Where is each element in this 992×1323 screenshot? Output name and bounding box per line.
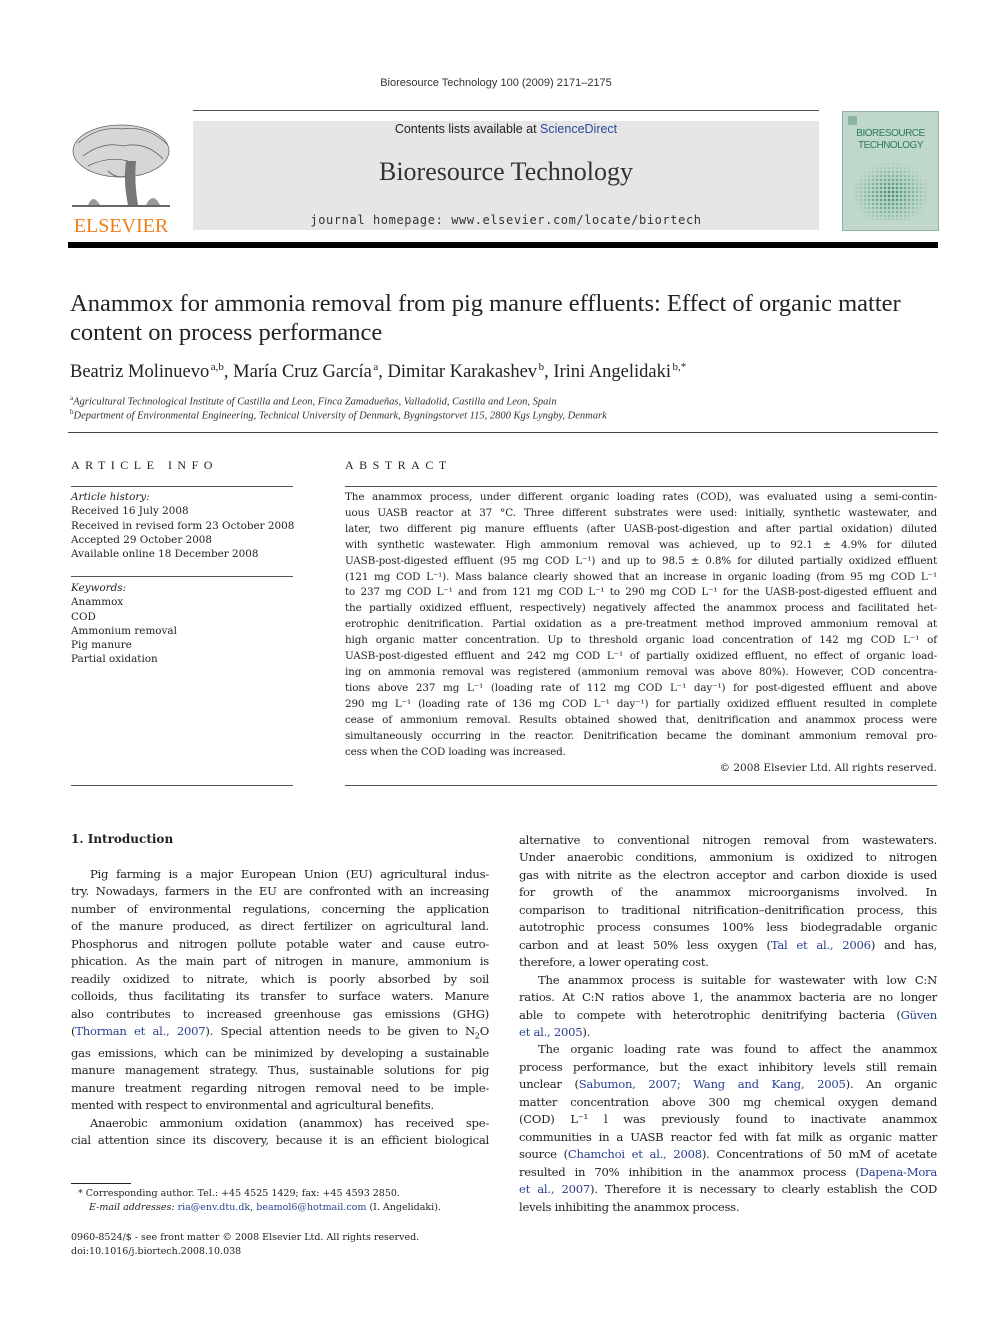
cover-title-line2: TECHNOLOGY	[857, 140, 924, 151]
section-rule	[68, 432, 938, 433]
sciencedirect-link[interactable]: ScienceDirect	[540, 122, 617, 136]
paragraph: The organic loading rate was found to af…	[519, 1042, 938, 1214]
paragraph: Pig farming is a major European Union (E…	[71, 867, 490, 1113]
elsevier-tree-icon	[72, 124, 170, 207]
masthead-divider	[68, 242, 938, 248]
citation-link[interactable]: et al., 2005	[519, 1025, 583, 1039]
author-list: Beatriz Molinuevo a,b, María Cruz García…	[70, 361, 686, 383]
article-info-bottom-rule	[71, 785, 293, 786]
email-link[interactable]: beamol6@hotmail.com	[256, 1202, 366, 1213]
affiliation-a: aAgricultural Technological Institute of…	[70, 394, 557, 408]
journal-homepage[interactable]: journal homepage: www.elsevier.com/locat…	[193, 213, 819, 227]
paragraph: alternative to conventional nitrogen rem…	[519, 833, 937, 970]
abstract-text: The anammox process, under different org…	[345, 491, 937, 758]
author[interactable]: Beatriz Molinuevo a,b,	[70, 361, 233, 382]
keywords-rule	[71, 576, 293, 577]
keyword: COD	[71, 610, 96, 623]
citation-link[interactable]: Sabumon, 2007; Wang and Kang, 2005	[579, 1077, 846, 1091]
article-title: Anammox for ammonia removal from pig man…	[70, 290, 901, 346]
journal-name: Bioresource Technology	[378, 157, 634, 186]
citation-link[interactable]: Chamchoi et al., 2008	[568, 1147, 702, 1161]
contents-line: Contents lists available at ScienceDirec…	[193, 122, 819, 136]
keywords-label: Keywords:	[71, 582, 127, 594]
abstract-bottom-rule	[345, 785, 937, 786]
author[interactable]: Dimitar Karakashev b,	[388, 361, 554, 382]
elsevier-wordmark: ELSEVIER	[73, 215, 169, 237]
history-received: Received 16 July 2008	[71, 505, 189, 518]
abstract-copyright: © 2008 Elsevier Ltd. All rights reserved…	[719, 762, 937, 774]
author[interactable]: Irini Angelidaki b,*	[553, 361, 686, 382]
intro-left-column: Pig farming is a major European Union (E…	[71, 866, 489, 1150]
abstract-rule	[345, 486, 937, 487]
author[interactable]: María Cruz García a,	[233, 361, 387, 382]
keywords: Keywords: Anammox COD Ammonium removal P…	[71, 581, 177, 667]
affiliation-b: bDepartment of Environmental Engineering…	[70, 408, 607, 422]
keyword: Partial oxidation	[71, 653, 158, 666]
article-info-label: ARTICLE INFO	[71, 458, 218, 472]
issn: 0960-8524/$ - see front matter © 2008 El…	[71, 1232, 420, 1243]
paragraph: Anaerobic ammonium oxidation (anammox) h…	[71, 1115, 489, 1148]
elsevier-logo[interactable]: ELSEVIER	[68, 121, 174, 237]
cover-dot-pattern	[855, 162, 927, 220]
intro-right-column: alternative to conventional nitrogen rem…	[519, 832, 937, 1216]
contents-prefix: Contents lists available at	[394, 122, 541, 136]
history-online: Available online 18 December 2008	[71, 548, 259, 561]
keyword: Ammonium removal	[71, 624, 177, 637]
cover-title-line1: BIORESOURCE	[856, 128, 925, 139]
running-head: Bioresource Technology 100 (2009) 2171–2…	[380, 77, 612, 89]
citation-link[interactable]: Tal et al., 2006	[771, 938, 871, 952]
doi[interactable]: doi:10.1016/j.biortech.2008.10.038	[71, 1245, 419, 1259]
cover-logo-icon	[848, 116, 857, 125]
abstract-label: ABSTRACT	[345, 458, 452, 472]
section-heading-introduction: 1. Introduction	[71, 832, 174, 846]
citation-link[interactable]: Dapena-Mora	[860, 1165, 938, 1179]
corresponding-author-note: * Corresponding author. Tel.: +45 4525 1…	[78, 1188, 441, 1213]
citation-link[interactable]: et al., 2007	[519, 1182, 590, 1196]
journal-masthead: Contents lists available at ScienceDirec…	[193, 121, 819, 230]
citation-link[interactable]: Güven	[901, 1008, 938, 1022]
history-revised: Received in revised form 23 October 2008	[71, 519, 295, 532]
keyword: Anammox	[71, 596, 124, 609]
article-info-rule	[71, 486, 293, 487]
front-matter-note: 0960-8524/$ - see front matter © 2008 El…	[71, 1231, 419, 1259]
article-history: Article history: Received 16 July 2008 R…	[71, 490, 294, 561]
email-link[interactable]: ria@env.dtu.dk	[178, 1202, 251, 1213]
header-rule	[193, 110, 819, 111]
citation-link[interactable]: Thorman et al., 2007	[75, 1024, 205, 1038]
paragraph: The anammox process is suitable for wast…	[519, 972, 938, 1039]
footnote-rule	[71, 1183, 131, 1184]
history-accepted: Accepted 29 October 2008	[71, 533, 213, 546]
journal-cover-image[interactable]: BIORESOURCE TECHNOLOGY	[842, 111, 939, 231]
keyword: Pig manure	[71, 639, 132, 652]
history-label: Article history:	[71, 491, 150, 503]
